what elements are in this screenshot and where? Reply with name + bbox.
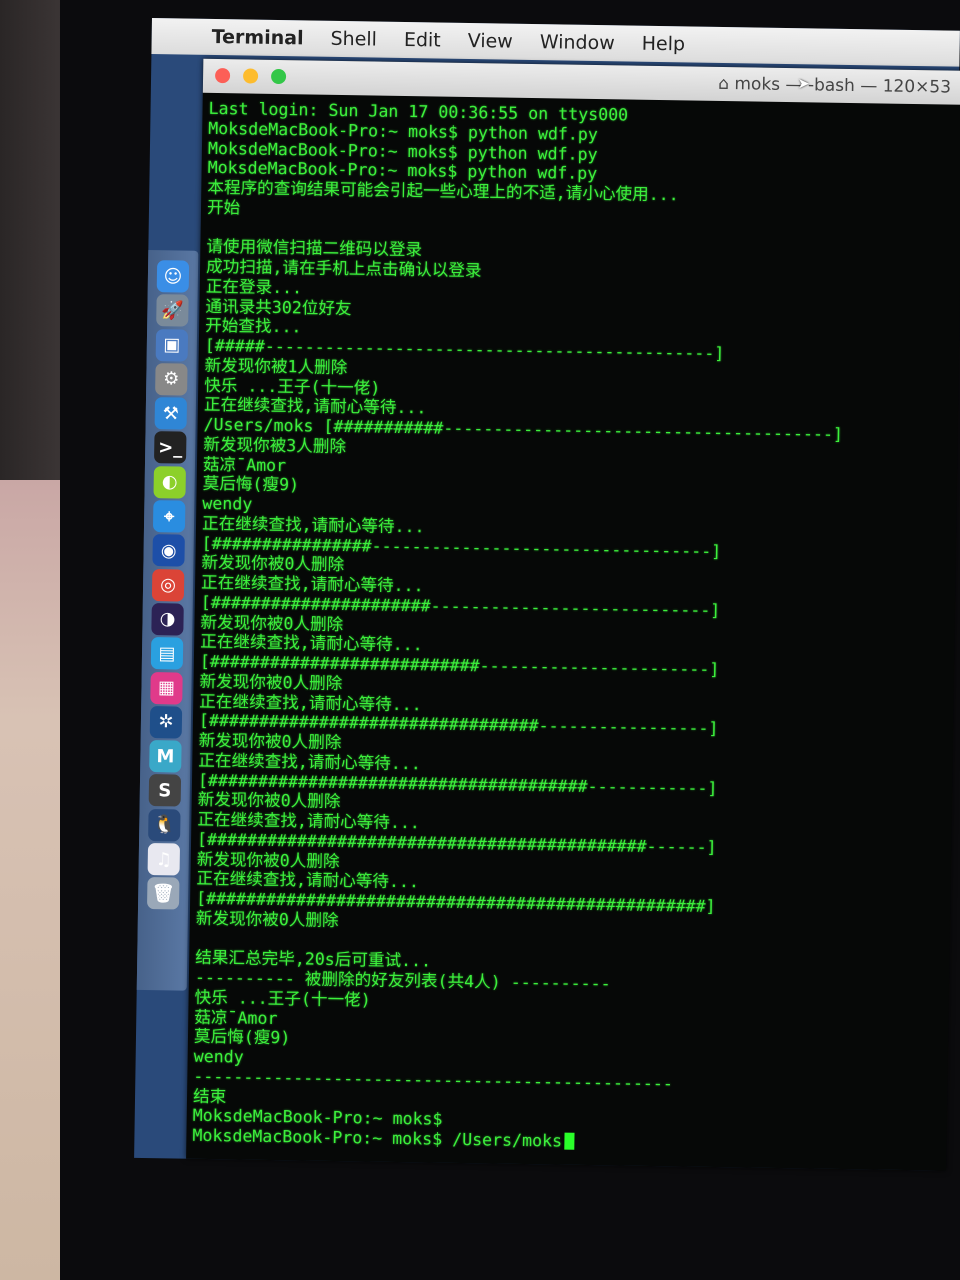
itunes-icon[interactable]: ♫ (147, 843, 181, 876)
terminal-line-text: 快乐 ...王子(十一佬) (194, 987, 371, 1010)
menu-view[interactable]: View (468, 30, 513, 53)
terminal-line-text: 结束 (192, 1086, 227, 1106)
app-blue-icon[interactable]: ▤ (150, 637, 184, 670)
terminal-line-text: 通讯录共302位好友 (205, 296, 352, 318)
terminal-line-text: 开始 (206, 197, 241, 218)
menu-terminal[interactable]: Terminal (212, 26, 304, 49)
menu-shell[interactable]: Shell (330, 28, 377, 51)
terminal-line-text: 新发现你被0人删除 (201, 553, 345, 575)
minimize-button[interactable] (242, 68, 259, 84)
terminal-line-text: 正在继续查找,请耐心等待... (201, 513, 425, 537)
terminal-line-text: 新发现你被3人删除 (203, 434, 347, 456)
app-green-icon[interactable]: ◐ (153, 465, 186, 499)
system-preferences-icon[interactable]: ⚙ (155, 362, 188, 396)
terminal-line-text: 正在登录... (205, 276, 303, 298)
sourcetree-icon[interactable]: ✲ (149, 705, 183, 739)
apple-icon[interactable] (176, 36, 212, 37)
screen: Terminal Shell Edit View Window Help ☺ 🚀 ▣… (134, 18, 960, 1171)
firefox-icon[interactable]: ◉ (152, 534, 185, 567)
text-cursor (563, 1132, 575, 1150)
terminal-line-text: 新发现你被0人删除 (197, 790, 341, 812)
terminal-output[interactable]: Last login: Sun Jan 17 00:36:55 on ttys0… (186, 93, 960, 1158)
terminal-window: ⌂ moks — -bash — 120×53 Last login: Sun … (186, 58, 960, 1171)
menu-edit[interactable]: Edit (404, 29, 441, 52)
terminal-line-text: wendy (193, 1046, 244, 1067)
home-icon: ⌂ (718, 73, 735, 95)
terminal-line-text: 正在继续查找,请耐心等待... (197, 809, 421, 833)
terminal-line-text: 新发现你被0人删除 (198, 730, 342, 753)
sublime-text-icon[interactable]: S (148, 774, 182, 807)
window-title: ⌂ moks — -bash — 120×53 (718, 73, 952, 98)
terminal-line-text: 菇凉¯Amor (202, 454, 287, 475)
menu-help[interactable]: Help (642, 33, 686, 56)
terminal-line-text: wendy (202, 493, 253, 514)
safari-icon[interactable]: ⌖ (152, 500, 186, 533)
terminal-icon[interactable]: >_ (154, 431, 187, 465)
finder-icon[interactable]: ☺ (156, 260, 190, 293)
terminal-line-text: 正在继续查找,请耐心等待... (200, 572, 424, 596)
terminal-line-text: 莫后悔(瘦9) (193, 1027, 291, 1048)
menu-window[interactable]: Window (540, 31, 615, 54)
terminal-line-text: 正在继续查找,请耐心等待... (198, 750, 421, 774)
zoom-button[interactable] (270, 68, 287, 85)
terminal-line-text: 新发现你被0人删除 (196, 849, 340, 871)
terminal-line-text: 正在继续查找,请耐心等待... (203, 395, 427, 418)
terminal-line-text: 莫后悔(瘦9) (202, 474, 300, 495)
terminal-line-text: 正在继续查找,请耐心等待... (200, 632, 423, 655)
terminal-line-text: 菇凉¯Amor (194, 1007, 278, 1028)
terminal-line-text: 新发现你被1人删除 (204, 355, 348, 377)
terminal-line-text: 开始查找... (205, 316, 302, 337)
qq-icon[interactable]: 🐧 (148, 808, 181, 842)
chrome-icon[interactable]: ◎ (151, 568, 185, 602)
app-pink-icon[interactable]: ▦ (150, 671, 183, 705)
terminal-line-text: 新发现你被0人删除 (199, 671, 343, 693)
xcode-icon[interactable]: ⚒ (154, 397, 188, 430)
trash-icon[interactable]: 🗑 (146, 877, 180, 910)
preview-icon[interactable]: ▣ (155, 328, 189, 362)
terminal-line-text: 请使用微信扫描二维码以登录 (206, 237, 423, 260)
terminal-line-text: 快乐 ...王子(十一佬) (204, 375, 381, 398)
terminal-line-text: 新发现你被0人删除 (195, 908, 339, 930)
terminal-line-text: 正在继续查找,请耐心等待... (199, 691, 422, 714)
terminal-line-text: 正在继续查找,请耐心等待... (196, 869, 420, 892)
eclipse-icon[interactable]: ◑ (151, 603, 184, 636)
close-button[interactable] (214, 67, 231, 84)
mouse-pointer-icon: ➤ (798, 72, 811, 96)
dock: ☺ 🚀 ▣ ⚙ ⚒ >_ ◐ ⌖ ◉ ◎ ◑ ▤ ▦ ✲ M S 🐧 ♫ 🗑 (136, 249, 199, 991)
terminal-line-text: 结果汇总完毕,20s后可重试... (195, 948, 432, 971)
mou-icon[interactable]: M (149, 740, 182, 773)
launchpad-icon[interactable]: 🚀 (156, 294, 189, 327)
terminal-line-text: 新发现你被0人删除 (200, 612, 344, 634)
